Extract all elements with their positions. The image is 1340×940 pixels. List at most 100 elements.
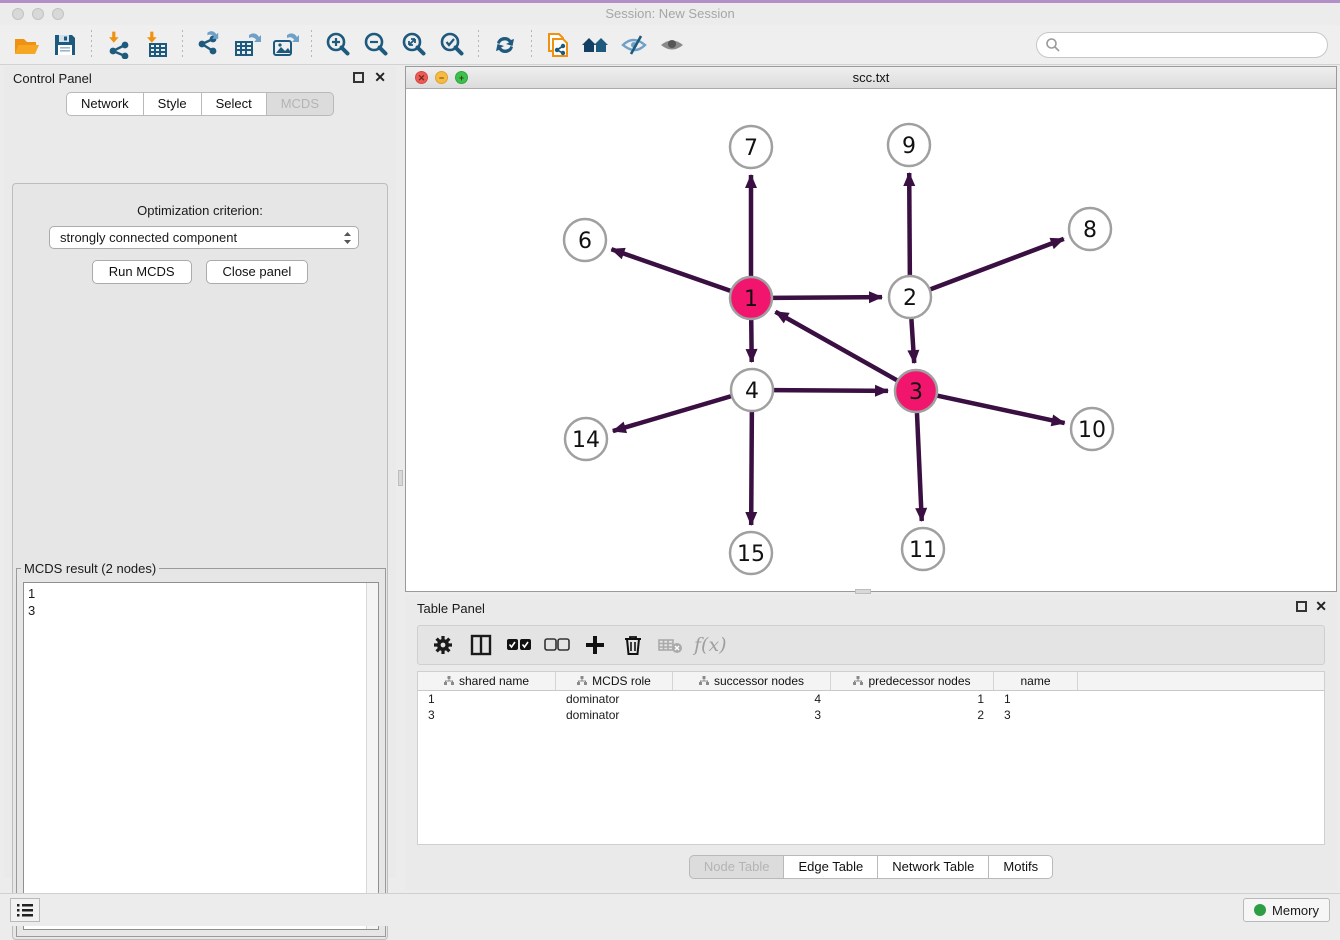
float-panel-icon[interactable]: [353, 72, 364, 83]
cell-predecessor-nodes[interactable]: 1: [831, 692, 994, 706]
import-network-icon[interactable]: [101, 29, 135, 61]
graph-node-8[interactable]: 8: [1069, 208, 1111, 250]
graph-node-15[interactable]: 15: [730, 532, 772, 574]
table-close-icon[interactable]: ✕: [1315, 599, 1327, 613]
optimization-criterion-dropdown[interactable]: strongly connected component: [49, 226, 359, 249]
hide-eye-icon[interactable]: [617, 29, 651, 61]
network-graph[interactable]: 7 9 6 8 1 2 4 3 14 10 15 11: [406, 89, 1336, 591]
zoom-out-icon[interactable]: [359, 29, 393, 61]
edge-3-11[interactable]: [917, 413, 922, 521]
tab-mcds[interactable]: MCDS: [267, 92, 334, 116]
column-layout-icon[interactable]: [466, 630, 496, 660]
tab-style[interactable]: Style: [144, 92, 202, 116]
cell-shared-name[interactable]: 1: [418, 692, 556, 706]
graph-node-14[interactable]: 14: [565, 418, 607, 460]
edge-2-9[interactable]: [909, 173, 910, 275]
tab-network-table[interactable]: Network Table: [878, 855, 989, 879]
export-table-icon[interactable]: [230, 29, 264, 61]
export-network-icon[interactable]: [192, 29, 226, 61]
edge-1-6[interactable]: [611, 249, 730, 291]
tab-motifs[interactable]: Motifs: [989, 855, 1053, 879]
column-header-shared-name[interactable]: shared name: [418, 672, 556, 690]
app-titlebar: Session: New Session: [0, 3, 1340, 25]
edge-4-3[interactable]: [774, 390, 888, 391]
graph-node-3[interactable]: 3: [895, 370, 937, 412]
graph-node-1[interactable]: 1: [730, 277, 772, 319]
chevron-updown-icon: [343, 230, 352, 246]
table-row[interactable]: 1dominator411: [418, 691, 1324, 707]
tab-edge-table[interactable]: Edge Table: [784, 855, 878, 879]
zoom-fit-icon[interactable]: [397, 29, 431, 61]
column-type-icon: [699, 676, 709, 686]
import-table-icon[interactable]: [139, 29, 173, 61]
task-history-button[interactable]: [10, 898, 40, 922]
open-file-icon[interactable]: [10, 29, 44, 61]
edge-3-1[interactable]: [775, 312, 896, 380]
graph-node-6[interactable]: 6: [564, 219, 606, 261]
add-column-icon[interactable]: [580, 630, 610, 660]
network-canvas[interactable]: 7 9 6 8 1 2 4 3 14 10 15 11: [406, 89, 1336, 591]
eye-icon[interactable]: [655, 29, 689, 61]
svg-text:14: 14: [572, 428, 600, 453]
select-all-icon[interactable]: [504, 630, 534, 660]
tab-select[interactable]: Select: [202, 92, 267, 116]
zoom-in-icon[interactable]: [321, 29, 355, 61]
cell-predecessor-nodes[interactable]: 2: [831, 708, 994, 722]
vertical-splitter-grip[interactable]: [398, 470, 403, 486]
deselect-all-icon[interactable]: [542, 630, 572, 660]
delete-column-icon[interactable]: [618, 630, 648, 660]
delete-table-icon[interactable]: [656, 630, 686, 660]
memory-label: Memory: [1272, 903, 1319, 918]
edge-1-2[interactable]: [773, 297, 882, 298]
cell-MCDS-role[interactable]: dominator: [556, 692, 673, 706]
duplicate-network-icon[interactable]: [541, 29, 575, 61]
column-header-MCDS-role[interactable]: MCDS role: [556, 672, 673, 690]
save-session-icon[interactable]: [48, 29, 82, 61]
cell-name[interactable]: 1: [994, 692, 1078, 706]
close-panel-icon[interactable]: ✕: [374, 70, 386, 84]
edge-2-3[interactable]: [911, 319, 914, 363]
toolbar-separator: [478, 30, 479, 60]
close-panel-button[interactable]: Close panel: [206, 260, 309, 284]
node-table[interactable]: shared nameMCDS role successor nodes prede…: [417, 671, 1325, 845]
column-label: predecessor nodes: [868, 674, 970, 688]
tab-node-table[interactable]: Node Table: [689, 855, 785, 879]
graph-node-7[interactable]: 7: [730, 126, 772, 168]
network-window-titlebar[interactable]: ✕ − + scc.txt: [406, 67, 1336, 89]
export-image-icon[interactable]: [268, 29, 302, 61]
function-builder-icon[interactable]: f(x): [694, 630, 727, 660]
refresh-icon[interactable]: [488, 29, 522, 61]
graph-node-10[interactable]: 10: [1071, 408, 1113, 450]
run-mcds-button[interactable]: Run MCDS: [92, 260, 192, 284]
horizontal-splitter-grip[interactable]: [855, 589, 871, 594]
edge-2-8[interactable]: [931, 239, 1064, 289]
column-header-successor-nodes[interactable]: successor nodes: [673, 672, 831, 690]
toolbar-separator: [531, 30, 532, 60]
edge-4-15[interactable]: [751, 412, 752, 525]
home-icon[interactable]: [579, 29, 613, 61]
svg-text:9: 9: [902, 134, 916, 159]
table-float-icon[interactable]: [1296, 601, 1307, 612]
cell-name[interactable]: 3: [994, 708, 1078, 722]
result-scrollbar[interactable]: [366, 583, 378, 929]
column-label: successor nodes: [714, 674, 804, 688]
network-title: scc.txt: [406, 70, 1336, 85]
cell-MCDS-role[interactable]: dominator: [556, 708, 673, 722]
table-row[interactable]: 3dominator323: [418, 707, 1324, 723]
tab-network[interactable]: Network: [66, 92, 144, 116]
graph-node-4[interactable]: 4: [731, 369, 773, 411]
edge-3-10[interactable]: [938, 396, 1065, 423]
search-input[interactable]: [1061, 35, 1327, 55]
cell-successor-nodes[interactable]: 4: [673, 692, 831, 706]
graph-node-9[interactable]: 9: [888, 124, 930, 166]
column-header-predecessor-nodes[interactable]: predecessor nodes: [831, 672, 994, 690]
column-header-name[interactable]: name: [994, 672, 1078, 690]
gear-icon[interactable]: [428, 630, 458, 660]
edge-4-14[interactable]: [613, 396, 731, 431]
graph-node-2[interactable]: 2: [889, 276, 931, 318]
graph-node-11[interactable]: 11: [902, 528, 944, 570]
cell-shared-name[interactable]: 3: [418, 708, 556, 722]
memory-button[interactable]: Memory: [1243, 898, 1330, 922]
zoom-selected-icon[interactable]: [435, 29, 469, 61]
cell-successor-nodes[interactable]: 3: [673, 708, 831, 722]
